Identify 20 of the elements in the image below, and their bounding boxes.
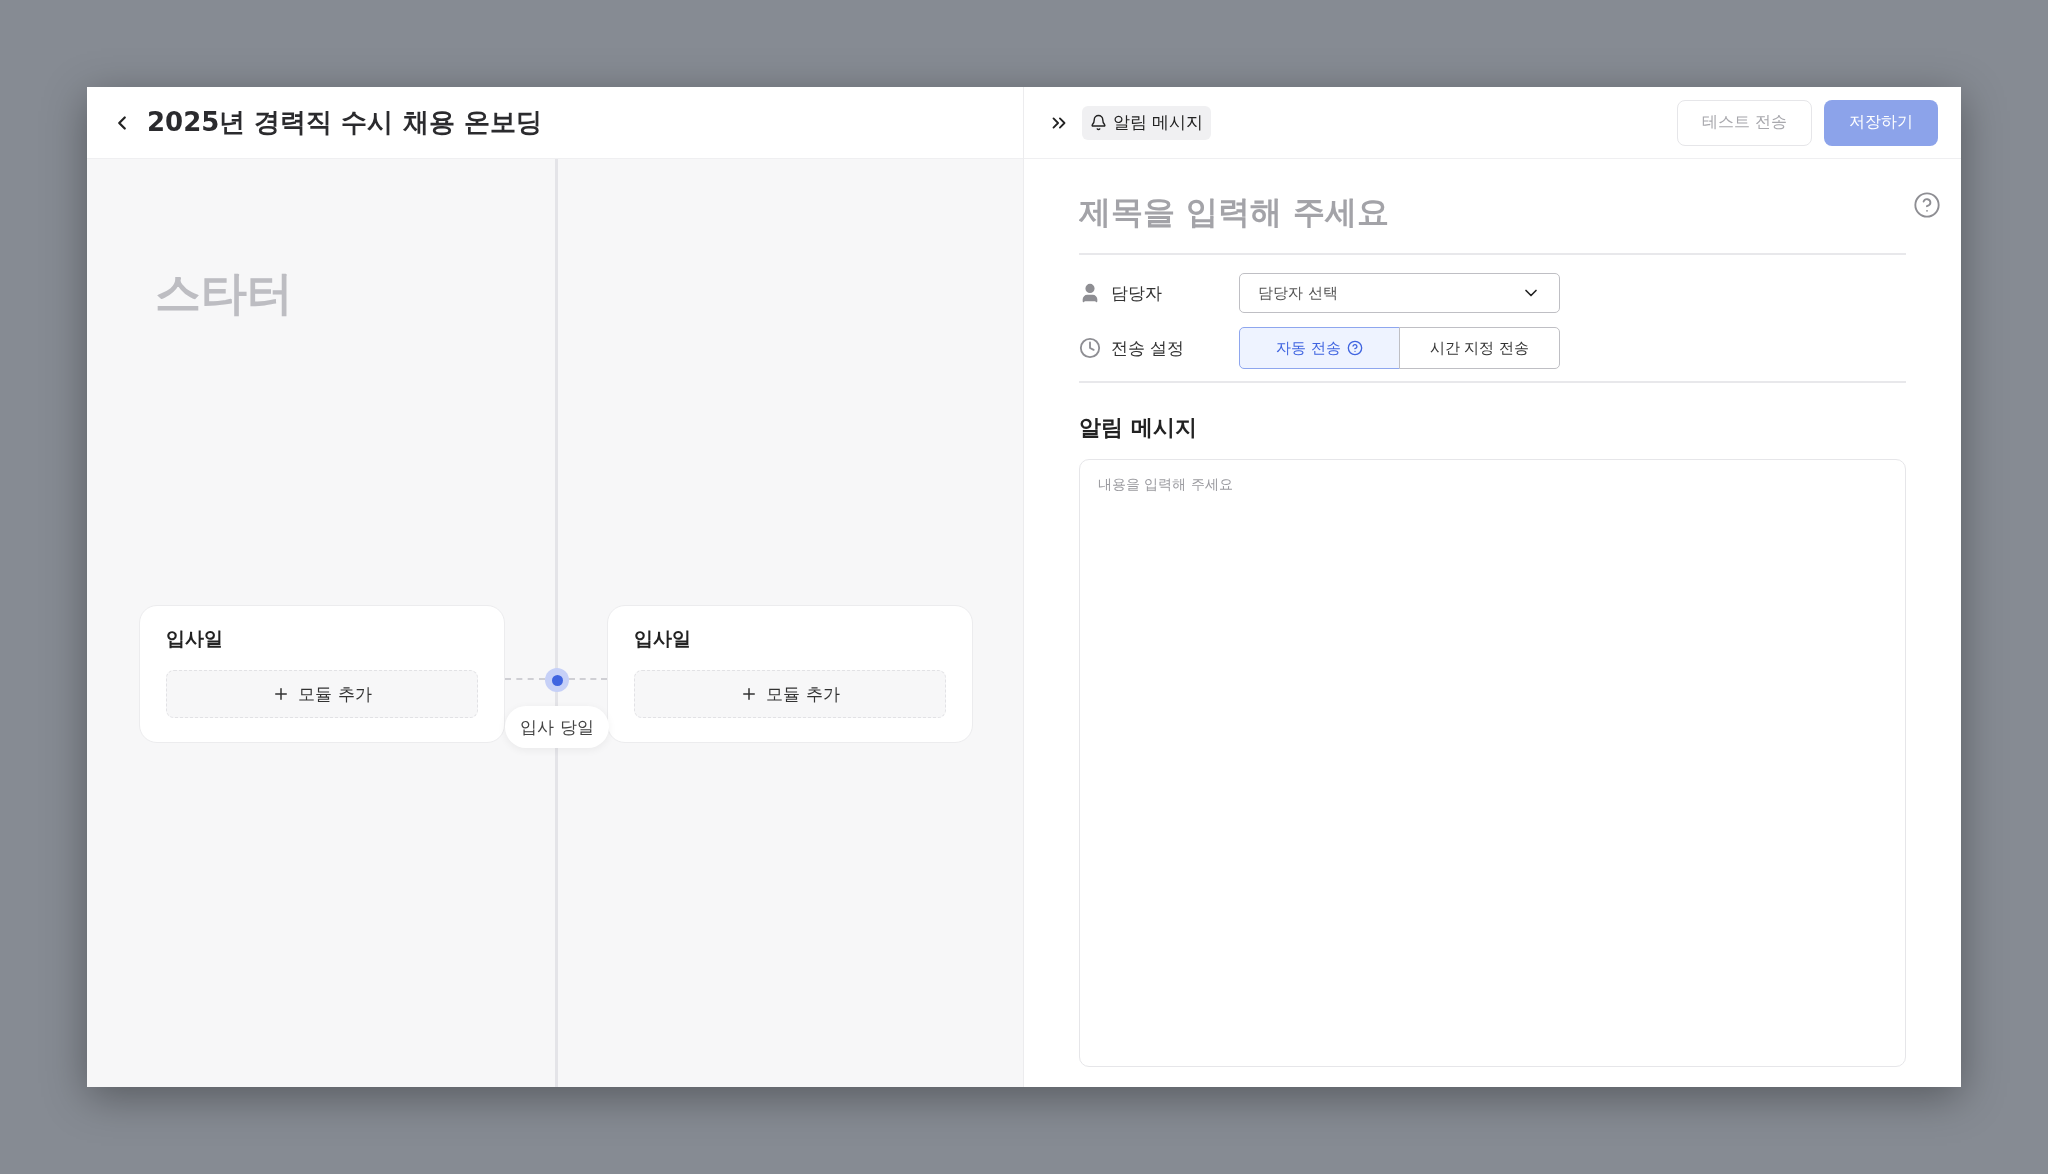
timeline-dot[interactable] (545, 668, 569, 692)
bell-icon (1090, 114, 1107, 131)
timeline-tooltip: 입사 당일 (505, 706, 609, 748)
field-label: 전송 설정 (1111, 336, 1185, 360)
card-title: 입사일 (634, 626, 692, 651)
help-icon[interactable] (1346, 340, 1363, 356)
message-input-field[interactable]: 내용을 입력해 주세요 (1079, 459, 1906, 1067)
send-option-button[interactable]: 시간 지정 전송 (1399, 327, 1560, 369)
help-icon[interactable] (1913, 191, 1941, 219)
section-heading: 알림 메시지 (1079, 414, 1198, 442)
message-tab[interactable]: 알림 메시지 (1082, 105, 1212, 140)
send-option-button[interactable]: 자동 전송 (1239, 327, 1400, 369)
add-module-button[interactable]: 모듈 추가 (634, 670, 946, 718)
field-label: 담당자 (1111, 281, 1162, 305)
assignee-select[interactable]: 담당자 선택 (1239, 273, 1560, 313)
stage-title: 스타터 (155, 265, 293, 322)
clock-icon (1079, 337, 1101, 359)
page-title: 2025년 경력직 수시 채용 온보딩 (147, 106, 542, 139)
add-module-button[interactable]: 모듈 추가 (166, 670, 478, 718)
card-title: 입사일 (166, 626, 224, 651)
